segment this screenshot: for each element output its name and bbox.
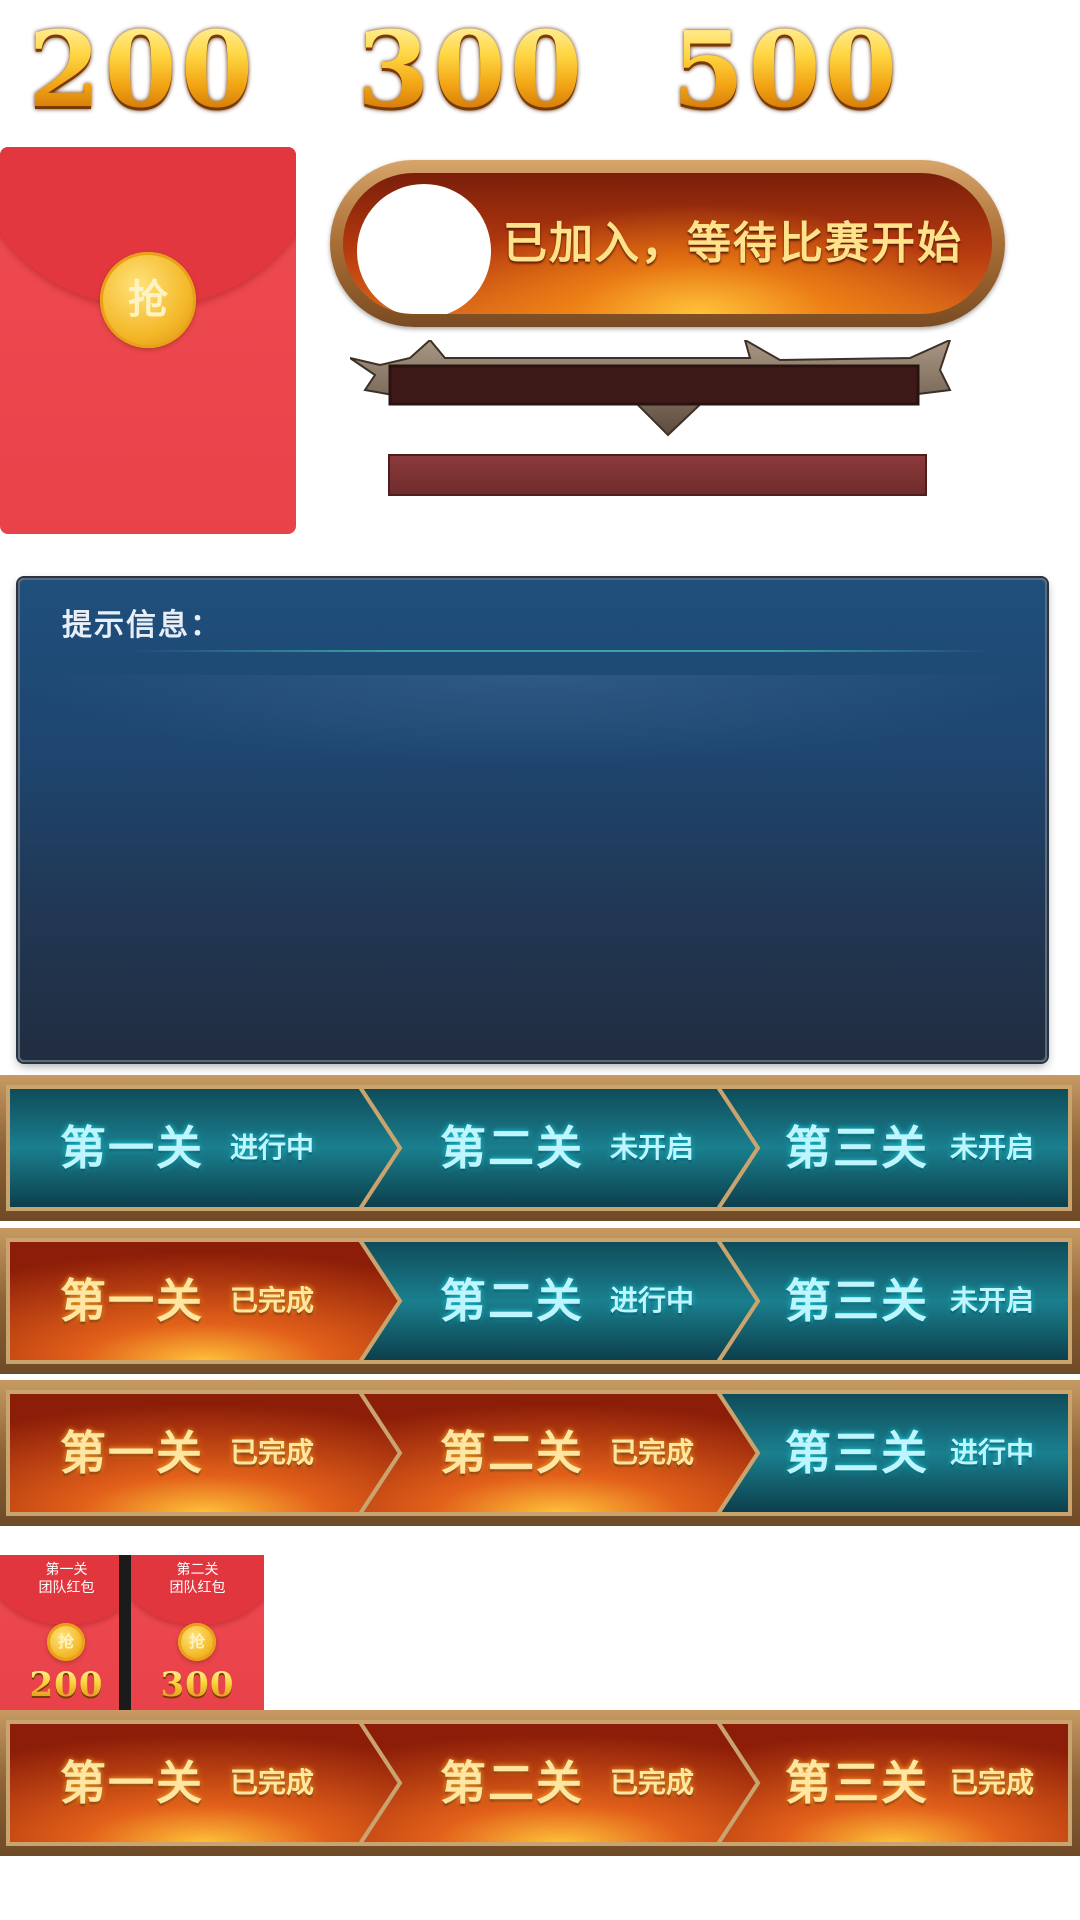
stage-status-2: 未开启: [610, 1131, 695, 1164]
stage-name-1: 第一关: [60, 1756, 204, 1810]
stage-status-1: 已完成: [230, 1766, 315, 1799]
tip-title: 提示信息：: [62, 608, 222, 643]
stage-name-3: 第三关: [785, 1121, 929, 1175]
stage-progress-bar: 第一关 已完成 第二关 已完成 第三关 进行中: [0, 1380, 1080, 1526]
join-status-text: 已加入，等待比赛开始: [503, 218, 963, 269]
stage-status-3: 已完成: [950, 1766, 1035, 1799]
grab-coin-icon[interactable]: 抢: [47, 1623, 85, 1661]
stage-status-3: 进行中: [950, 1436, 1035, 1469]
stage-name-3: 第三关: [785, 1274, 929, 1328]
stage-name-2: 第二关: [440, 1274, 584, 1328]
ornate-progress-frame: [350, 340, 952, 437]
team-envelope-stage-2[interactable]: 第二关 团队红包 抢 300: [131, 1555, 264, 1710]
stage-name-3: 第三关: [785, 1756, 929, 1810]
grab-coin-icon[interactable]: 抢: [178, 1623, 216, 1661]
grab-coin-button[interactable]: 抢: [100, 252, 196, 348]
team-envelope-stage-1[interactable]: 第一关 团队红包 抢 200: [0, 1555, 133, 1710]
stage-status-2: 已完成: [610, 1766, 695, 1799]
progress-bar-empty: [388, 454, 927, 496]
reward-amount-500: 500: [672, 8, 902, 131]
team-envelope-amount: 200: [0, 1667, 133, 1703]
tip-info-panel: 提示信息：: [18, 578, 1047, 1062]
stage-status-1: 已完成: [230, 1284, 315, 1317]
stage-progress-bar: 第一关 进行中 第二关 未开启 第三关 未开启: [0, 1075, 1080, 1221]
reward-amount-300: 300: [357, 8, 587, 131]
avatar-placeholder: [357, 184, 491, 314]
stage-status-2: 进行中: [610, 1284, 695, 1317]
join-status-pill: 已加入，等待比赛开始: [330, 160, 1005, 327]
stage-status-1: 进行中: [230, 1131, 315, 1164]
team-envelope-title: 第一关 团队红包: [38, 1562, 95, 1596]
stage-name-2: 第二关: [440, 1426, 584, 1480]
stage-name-3: 第三关: [785, 1426, 929, 1480]
stage-status-1: 已完成: [230, 1436, 315, 1469]
stage-progress-bar: 第一关 已完成 第二关 已完成 第三关 已完成: [0, 1710, 1080, 1856]
team-envelope-amount: 300: [131, 1667, 264, 1703]
reward-amount-200: 200: [28, 8, 258, 131]
tip-divider: [130, 650, 990, 652]
stage-status-2: 已完成: [610, 1436, 695, 1469]
team-envelope-title: 第二关 团队红包: [169, 1562, 226, 1596]
stage-name-1: 第一关: [60, 1274, 204, 1328]
stage-progress-bar: 第一关 已完成 第二关 进行中 第三关 未开启: [0, 1228, 1080, 1374]
stage-name-1: 第一关: [60, 1121, 204, 1175]
stage-name-1: 第一关: [60, 1426, 204, 1480]
stage-status-3: 未开启: [950, 1131, 1035, 1164]
red-envelope[interactable]: 抢: [0, 147, 296, 534]
stage-name-2: 第二关: [440, 1121, 584, 1175]
stage-name-2: 第二关: [440, 1756, 584, 1810]
stage-status-3: 未开启: [950, 1284, 1035, 1317]
